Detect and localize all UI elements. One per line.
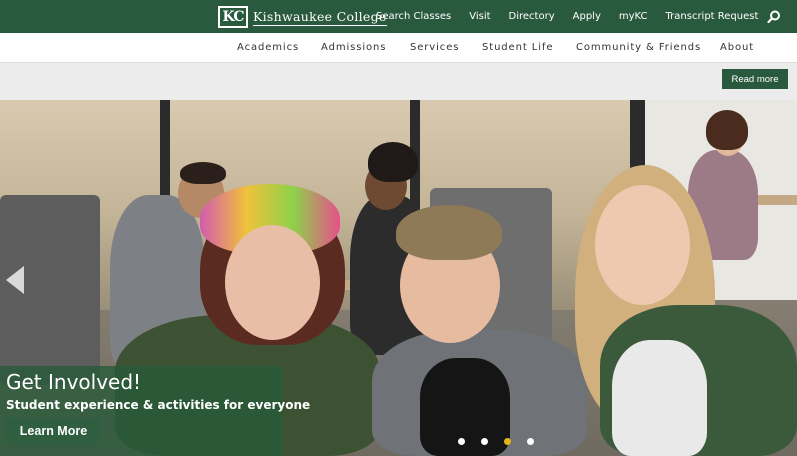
previous-slide-arrow-icon[interactable] [6,266,24,294]
hero-face [595,185,690,305]
hero-face [225,225,320,340]
nav-about[interactable]: About [720,42,754,53]
search-icon[interactable] [767,10,781,24]
slide-dot-4[interactable] [527,438,534,445]
hero-hair [368,142,418,182]
main-nav: Academics Admissions Services Student Li… [0,33,797,63]
logo-mark: KC [218,6,248,28]
nav-academics[interactable]: Academics [237,42,299,53]
link-mykc[interactable]: myKC [619,11,648,22]
link-apply[interactable]: Apply [573,11,601,22]
hero-title: Get Involved! [6,370,142,394]
slide-dot-3[interactable] [504,438,511,445]
slide-dot-1[interactable] [458,438,465,445]
kishwaukee-logo[interactable]: KC Kishwaukee College [218,5,387,29]
link-transcript-request[interactable]: Transcript Request [666,11,759,22]
utility-nav: Search Classes Visit Directory Apply myK… [376,0,776,33]
read-more-button[interactable]: Read more [722,69,788,89]
hero-hair [180,162,226,184]
nav-community-friends[interactable]: Community & Friends [576,42,701,53]
hero-shirt [612,340,707,456]
nav-student-life[interactable]: Student Life [482,42,553,53]
hero-cap [396,205,502,260]
hero-hair [706,110,748,150]
learn-more-button[interactable]: Learn More [6,418,101,444]
hero-subtitle: Student experience & activities for ever… [6,398,311,412]
alert-bar [0,63,797,100]
nav-services[interactable]: Services [410,42,459,53]
link-search-classes[interactable]: Search Classes [376,11,451,22]
link-visit[interactable]: Visit [469,11,490,22]
logo-text: Kishwaukee College [253,8,387,26]
link-directory[interactable]: Directory [509,11,555,22]
slide-dot-2[interactable] [481,438,488,445]
slide-indicators [458,438,550,445]
nav-admissions[interactable]: Admissions [321,42,386,53]
